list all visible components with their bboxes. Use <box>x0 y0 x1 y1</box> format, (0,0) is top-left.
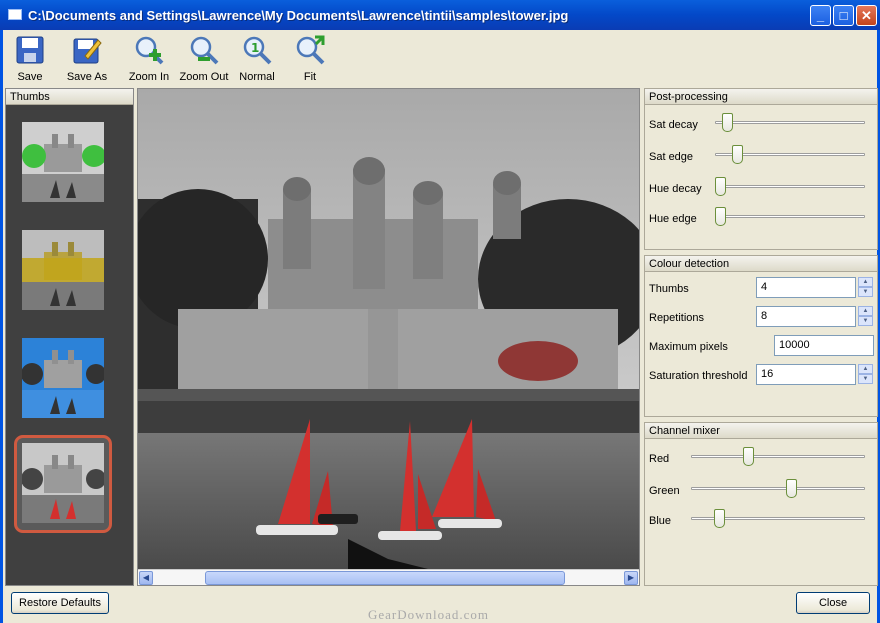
blue-slider-thumb[interactable] <box>713 509 725 528</box>
zoom-in-icon <box>135 36 164 65</box>
thumbs-title: Thumbs <box>6 89 133 105</box>
saturation-threshold-spinner[interactable]: ▲ ▼ <box>858 364 873 385</box>
scroll-right-arrow-icon[interactable]: ▶ <box>624 571 638 585</box>
tower-image <box>138 89 639 569</box>
green-label: Green <box>649 485 680 497</box>
window-title: C:\Documents and Settings\Lawrence\My Do… <box>28 8 569 23</box>
saturation-threshold-input[interactable]: 16 <box>756 364 856 385</box>
green-slider[interactable] <box>691 487 865 490</box>
hue-decay-label: Hue decay <box>649 183 702 195</box>
repetitions-input[interactable]: 8 <box>756 306 856 327</box>
close-button[interactable]: Close <box>796 592 870 614</box>
thumbs-count-label: Thumbs <box>649 283 689 295</box>
watermark: GearDownload.com <box>368 607 490 622</box>
spin-up-icon[interactable]: ▲ <box>858 277 873 287</box>
spin-down-icon[interactable]: ▼ <box>858 316 873 326</box>
fit-button[interactable]: Fit <box>293 34 327 83</box>
zoom-out-icon <box>190 36 219 65</box>
post-processing-panel: Post-processing Sat decay Sat edge Hue d… <box>644 88 878 250</box>
thumbnail-yellow[interactable] <box>22 230 104 310</box>
maximize-button[interactable]: □ <box>833 5 854 26</box>
minimize-button[interactable]: _ <box>810 5 831 26</box>
green-slider-thumb[interactable] <box>785 479 797 498</box>
hue-edge-slider-thumb[interactable] <box>715 207 726 226</box>
save-as-button[interactable]: Save As <box>65 34 109 83</box>
floppy-disk-icon <box>16 36 44 64</box>
channel-mixer-title: Channel mixer <box>645 423 877 439</box>
scroll-left-arrow-icon[interactable]: ◀ <box>139 571 153 585</box>
zoom-in-button[interactable]: Zoom In <box>127 34 171 83</box>
save-button[interactable]: Save <box>13 34 47 83</box>
app-window: C:\Documents and Settings\Lawrence\My Do… <box>0 0 880 623</box>
horizontal-scrollbar[interactable]: ◀ ▶ <box>138 569 639 585</box>
zoom-out-button[interactable]: Zoom Out <box>179 34 229 83</box>
red-label: Red <box>649 453 670 465</box>
thumbs-panel: Thumbs <box>5 88 134 586</box>
thumbs-count-spinner[interactable]: ▲ ▼ <box>858 277 873 298</box>
restore-defaults-button[interactable]: Restore Defaults <box>11 592 109 614</box>
colour-detection-title: Colour detection <box>645 256 877 272</box>
red-slider-thumb[interactable] <box>743 447 755 466</box>
save-as-icon <box>73 38 102 64</box>
hue-decay-slider-thumb[interactable] <box>715 177 726 196</box>
colour-detection-panel: Colour detection Thumbs 4 ▲ ▼ Repetitions… <box>644 255 878 417</box>
zoom-normal-icon: 1 <box>243 36 272 65</box>
title-bar[interactable]: C:\Documents and Settings\Lawrence\My Do… <box>0 0 880 30</box>
sat-edge-slider-thumb[interactable] <box>731 145 743 164</box>
post-processing-title: Post-processing <box>645 89 877 105</box>
scroll-thumb[interactable] <box>205 571 565 585</box>
thumbs-count-input[interactable]: 4 <box>756 277 856 298</box>
spin-down-icon[interactable]: ▼ <box>858 287 873 297</box>
thumbnail-green[interactable] <box>22 122 104 202</box>
normal-zoom-button[interactable]: 1 Normal <box>239 34 275 83</box>
maximum-pixels-input[interactable]: 10000 <box>774 335 874 356</box>
app-icon <box>8 9 22 20</box>
maximum-pixels-label: Maximum pixels <box>649 341 728 353</box>
hue-decay-slider[interactable] <box>715 185 865 188</box>
svg-text:1: 1 <box>251 41 259 55</box>
sat-decay-slider[interactable] <box>715 121 865 124</box>
spin-up-icon[interactable]: ▲ <box>858 364 873 374</box>
repetitions-label: Repetitions <box>649 312 705 324</box>
zoom-fit-icon <box>296 35 325 65</box>
blue-label: Blue <box>649 515 672 527</box>
saturation-threshold-label: Saturation threshold <box>649 370 748 382</box>
toolbar: Save Save As Zoom In Zoom Out 1 Normal F… <box>3 30 877 85</box>
sat-edge-label: Sat edge <box>649 151 694 163</box>
sat-decay-slider-thumb[interactable] <box>721 113 733 132</box>
channel-mixer-panel: Channel mixer Red Green Blue <box>644 422 878 586</box>
red-slider[interactable] <box>691 455 865 458</box>
thumbnail-blue[interactable] <box>22 338 104 418</box>
image-viewer[interactable]: ◀ ▶ <box>137 88 640 586</box>
selected-thumbnail-frame[interactable] <box>14 435 112 533</box>
sat-decay-label: Sat decay <box>649 119 698 131</box>
hue-edge-slider[interactable] <box>715 215 865 218</box>
repetitions-spinner[interactable]: ▲ ▼ <box>858 306 873 327</box>
close-window-button[interactable]: ✕ <box>856 5 877 26</box>
spin-up-icon[interactable]: ▲ <box>858 306 873 316</box>
spin-down-icon[interactable]: ▼ <box>858 374 873 384</box>
thumbnail-red <box>22 443 104 523</box>
hue-edge-label: Hue edge <box>649 213 697 225</box>
